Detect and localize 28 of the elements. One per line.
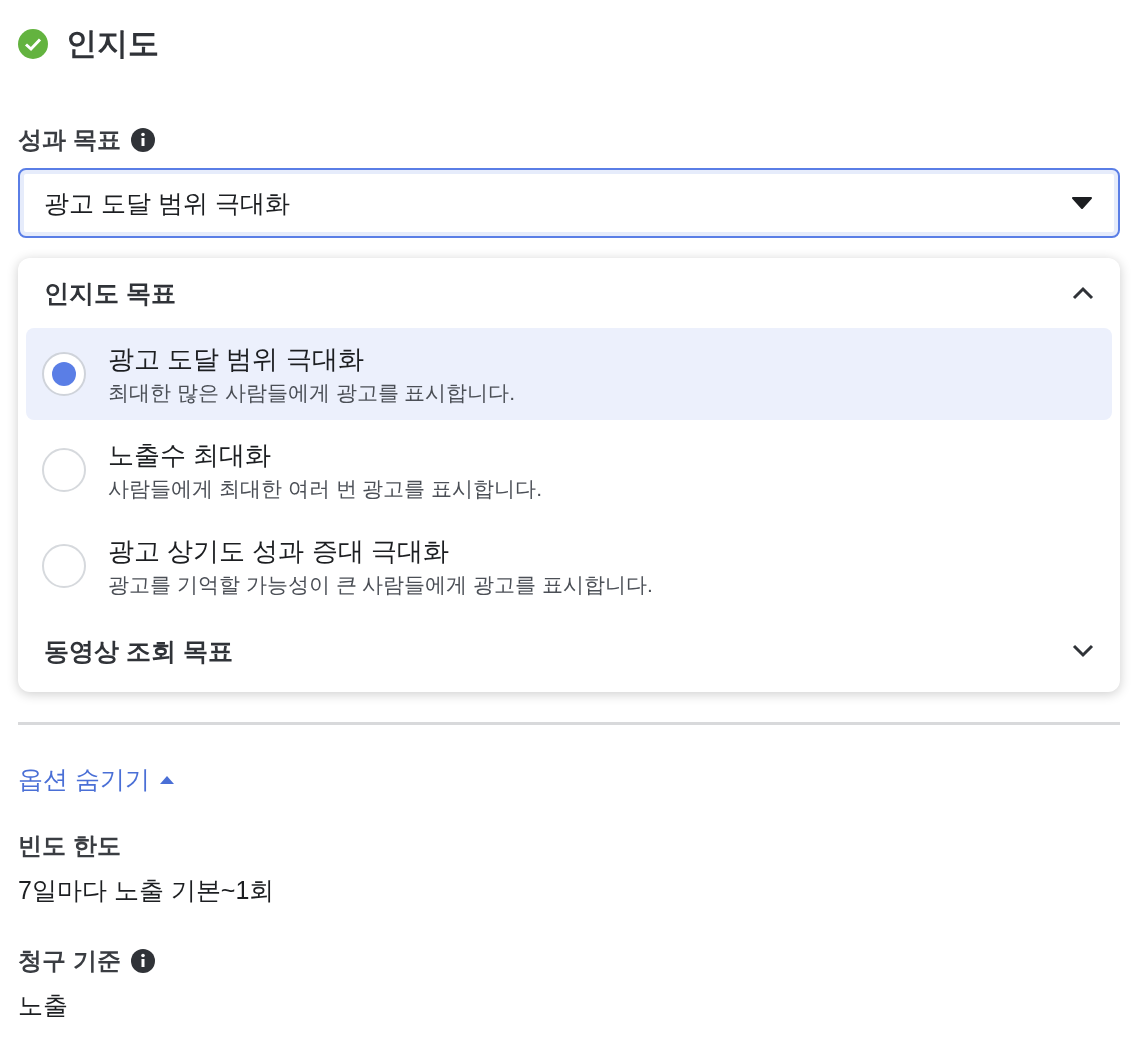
- option-title: 광고 도달 범위 극대화: [108, 342, 365, 376]
- option-description: 최대한 많은 사람들에게 광고를 표시합니다.: [108, 379, 516, 406]
- radio-button[interactable]: [42, 352, 86, 396]
- toggle-options-link[interactable]: 옵션 숨기기: [18, 763, 174, 796]
- radio-button[interactable]: [42, 448, 86, 492]
- goal-select[interactable]: 광고 도달 범위 극대화: [18, 168, 1120, 238]
- option-description: 광고를 기억할 가능성이 큰 사람들에게 광고를 표시합니다.: [108, 571, 653, 598]
- field-label: 성과 목표: [18, 125, 121, 155]
- group-header[interactable]: 동영상 조회 목표: [26, 616, 1112, 686]
- group-header[interactable]: 인지도 목표: [26, 258, 1112, 328]
- info-icon[interactable]: [130, 949, 155, 973]
- info-icon[interactable]: [130, 128, 155, 152]
- caret-icon: [1072, 197, 1092, 209]
- option-description: 사람들에게 최대한 여러 번 광고를 표시합니다.: [108, 475, 542, 502]
- menu-option[interactable]: 광고 상기도 성과 증대 극대화 광고를 기억할 가능성이 큰 사람들에게 광고를 표시합니다.: [26, 520, 1112, 612]
- setting-value: 노출: [18, 990, 69, 1021]
- section-title: 인지도: [66, 25, 159, 63]
- menu-option[interactable]: 광고 도달 범위 극대화 최대한 많은 사람들에게 광고를 표시합니다.: [26, 328, 1112, 420]
- option-title: 노출수 최대화: [108, 438, 273, 472]
- chevron-up-icon: [1072, 286, 1094, 300]
- chevron-down-icon: [1072, 644, 1094, 658]
- setting-value: 7일마다 노출 기본~1회: [18, 875, 276, 906]
- radio-button[interactable]: [42, 544, 86, 588]
- caret-up-icon: [159, 775, 174, 784]
- setting-label: 청구 기준: [18, 946, 121, 976]
- option-title: 광고 상기도 성과 증대 극대화: [108, 534, 450, 568]
- menu-option[interactable]: 노출수 최대화 사람들에게 최대한 여러 번 광고를 표시합니다.: [26, 424, 1112, 516]
- setting-label: 빈도 한도: [18, 831, 121, 861]
